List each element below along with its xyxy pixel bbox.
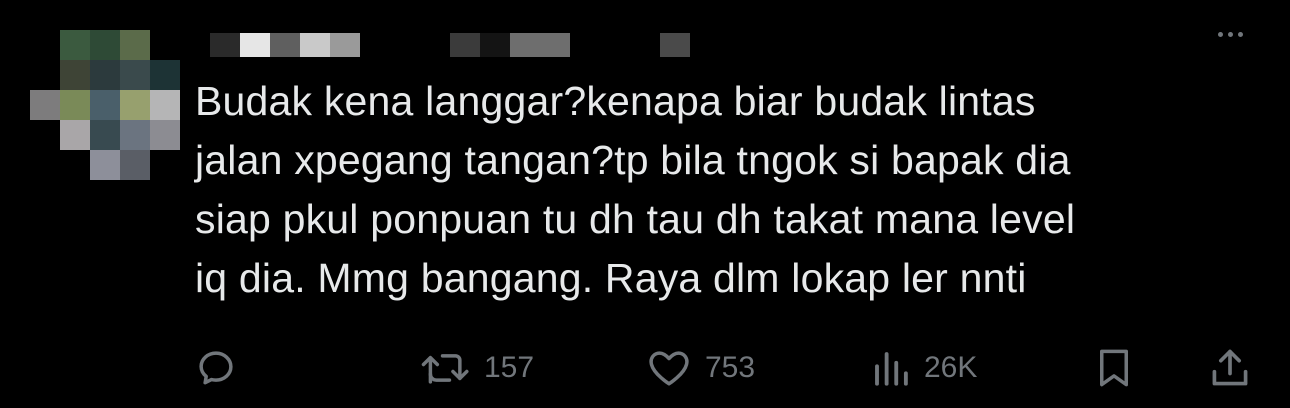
reply-button[interactable] (195, 340, 237, 396)
share-icon (1208, 346, 1252, 390)
views-button[interactable]: 26K (870, 340, 977, 396)
retweet-count: 157 (484, 351, 535, 384)
share-button[interactable] (1208, 340, 1252, 396)
tweet-actions: 157 753 26K (0, 340, 1290, 396)
views-count: 26K (924, 351, 978, 384)
retweet-icon (420, 347, 472, 389)
tweet: Budak kena langgar?kenapa biar budak lin… (0, 0, 1290, 408)
like-count: 753 (705, 351, 756, 384)
dot-icon (1217, 31, 1223, 37)
heart-icon (645, 347, 693, 389)
tweet-text: Budak kena langgar?kenapa biar budak lin… (195, 78, 1076, 301)
views-icon (870, 347, 912, 389)
retweet-button[interactable]: 157 (420, 340, 534, 396)
dot-icon (1227, 31, 1233, 37)
like-button[interactable]: 753 (645, 340, 755, 396)
avatar[interactable] (30, 30, 180, 180)
reply-icon (195, 347, 237, 389)
bookmark-icon (1093, 346, 1135, 390)
dot-icon (1237, 31, 1243, 37)
bookmark-button[interactable] (1093, 340, 1135, 396)
redacted-username[interactable] (210, 33, 730, 57)
more-options-button[interactable] (1210, 22, 1250, 46)
